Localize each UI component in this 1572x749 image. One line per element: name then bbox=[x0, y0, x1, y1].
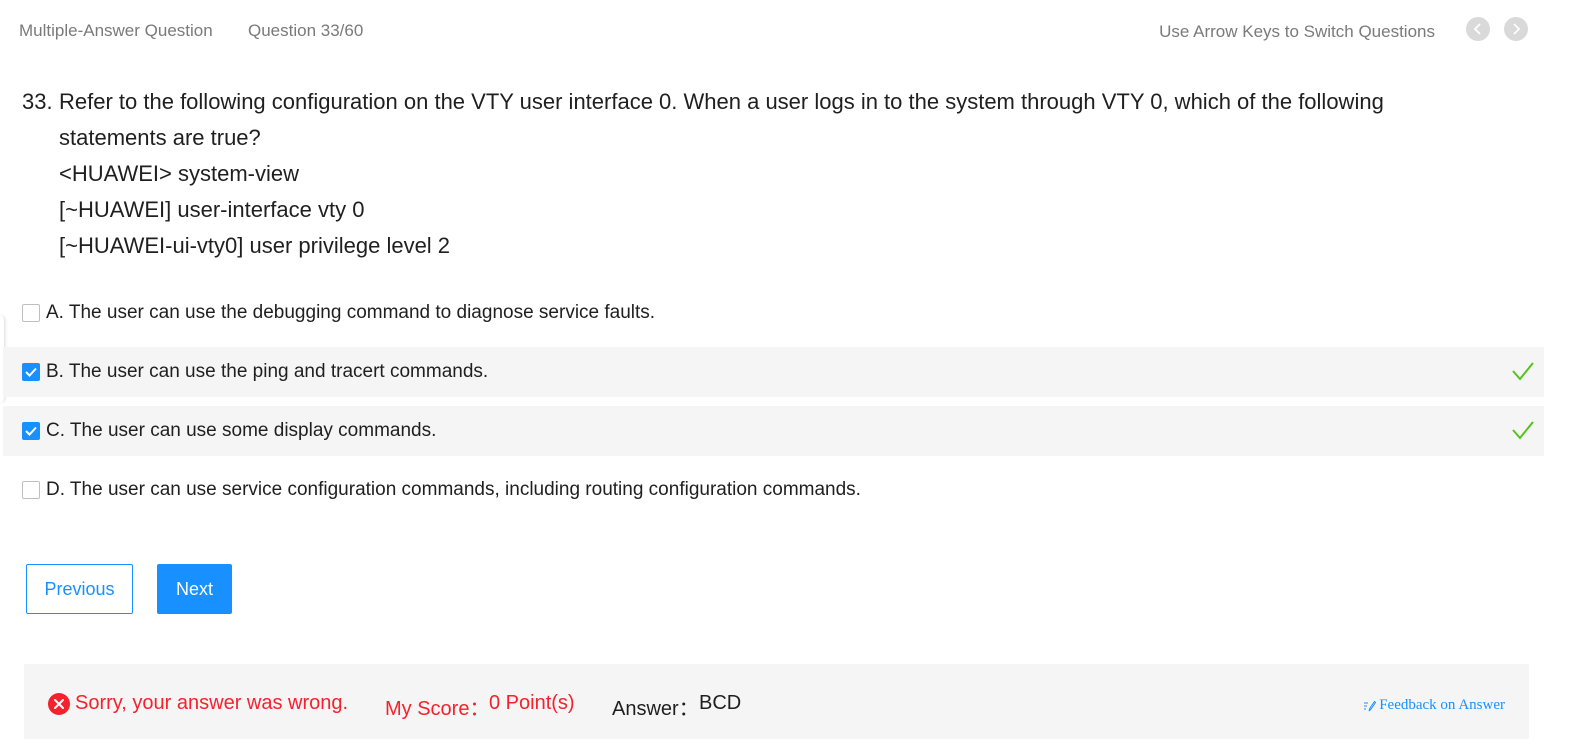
answer-value: BCD bbox=[699, 692, 742, 714]
nav-hint: Use Arrow Keys to Switch Questions bbox=[1159, 22, 1435, 41]
previous-button[interactable]: Previous bbox=[26, 564, 133, 614]
chevron-left-icon bbox=[1473, 23, 1481, 35]
edit-icon bbox=[1364, 700, 1377, 711]
config-line: [~HUAWEI] user-interface vty 0 bbox=[59, 197, 365, 222]
answer-label: Answer： bbox=[612, 698, 699, 720]
checkmark-icon bbox=[1512, 362, 1534, 381]
option-b-label: B. The user can use the ping and tracert… bbox=[46, 361, 489, 382]
score-value: 0 Point(s) bbox=[489, 692, 575, 714]
feedback-label: Feedback on Answer bbox=[1379, 697, 1505, 713]
quiz-page: Multiple-Answer Question Question 33/60 … bbox=[0, 0, 1572, 749]
config-line: <HUAWEI> system-view bbox=[59, 161, 300, 186]
question-number: 33. bbox=[22, 89, 53, 114]
option-d-checkbox[interactable] bbox=[22, 481, 40, 499]
checkbox-check-icon bbox=[25, 367, 37, 377]
question-counter: Question 33/60 bbox=[248, 21, 364, 40]
next-button[interactable]: Next bbox=[157, 564, 232, 614]
option-a[interactable]: A. The user can use the debugging comman… bbox=[3, 288, 1544, 338]
option-a-label: A. The user can use the debugging comman… bbox=[46, 302, 656, 323]
config-line: [~HUAWEI-ui-vty0] user privilege level 2 bbox=[59, 233, 451, 258]
wrong-answer-message: Sorry, your answer was wrong. bbox=[75, 692, 349, 714]
checkbox-check-icon bbox=[25, 426, 37, 436]
option-d[interactable]: D. The user can use service configuratio… bbox=[3, 465, 1544, 515]
option-a-checkbox[interactable] bbox=[22, 304, 40, 322]
checkmark-icon bbox=[1512, 421, 1534, 440]
option-c[interactable]: C. The user can use some display command… bbox=[3, 406, 1544, 456]
question-type: Multiple-Answer Question bbox=[19, 21, 213, 40]
prev-question-arrow[interactable] bbox=[1466, 17, 1490, 41]
question-header: Multiple-Answer Question Question 33/60 … bbox=[0, 0, 1572, 62]
question-text-block: 33. Refer to the following configuration… bbox=[22, 84, 1442, 264]
option-d-label: D. The user can use service configuratio… bbox=[46, 479, 861, 500]
option-b-checkbox[interactable] bbox=[22, 363, 40, 381]
close-circle-icon bbox=[48, 693, 70, 715]
next-question-arrow[interactable] bbox=[1504, 17, 1528, 41]
chevron-right-icon bbox=[1513, 23, 1521, 35]
option-b[interactable]: B. The user can use the ping and tracert… bbox=[3, 347, 1544, 397]
feedback-link[interactable]: Feedback on Answer bbox=[1363, 697, 1505, 714]
option-c-checkbox[interactable] bbox=[22, 422, 40, 440]
question-stem: Refer to the following configuration on … bbox=[59, 89, 1384, 150]
option-c-label: C. The user can use some display command… bbox=[46, 420, 437, 441]
answer-result-panel: Sorry, your answer was wrong. My Score： … bbox=[24, 664, 1529, 739]
score-label: My Score： bbox=[385, 698, 490, 720]
